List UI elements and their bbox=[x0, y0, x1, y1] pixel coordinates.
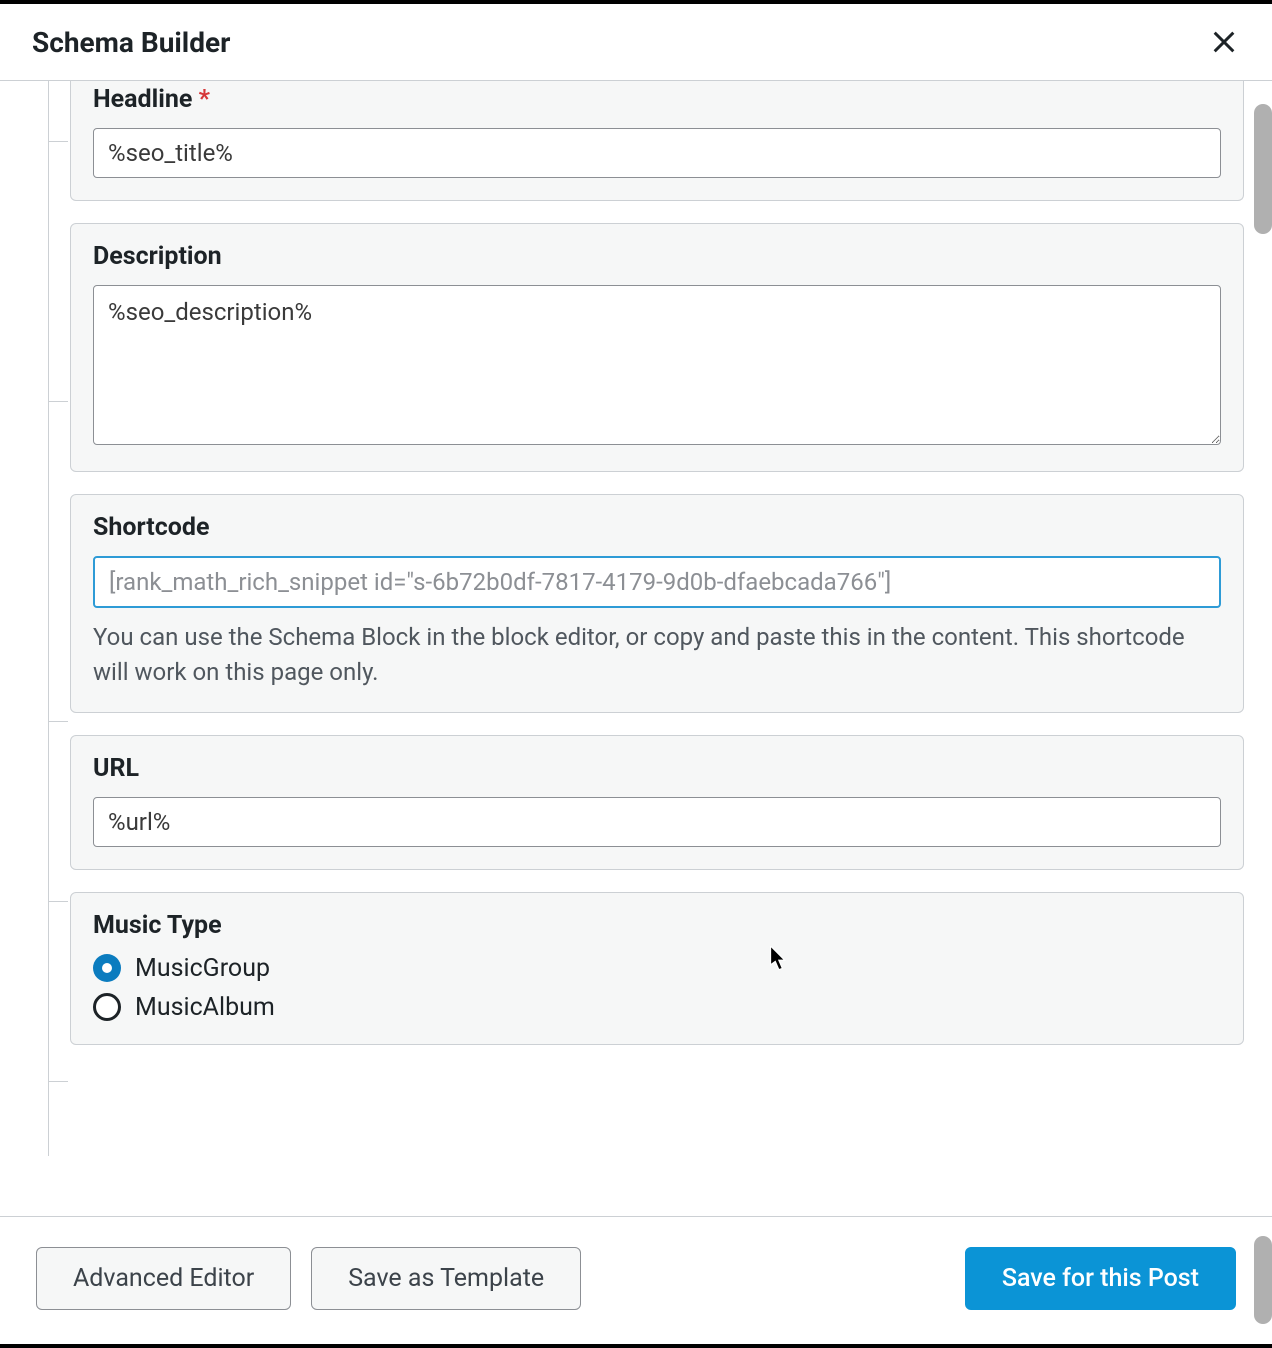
required-indicator: * bbox=[199, 85, 210, 114]
scrollbar-thumb[interactable] bbox=[1254, 104, 1272, 234]
radio-icon-checked bbox=[93, 954, 121, 982]
advanced-editor-button[interactable]: Advanced Editor bbox=[36, 1247, 291, 1310]
tree-line bbox=[48, 81, 49, 1156]
headline-label: Headline * bbox=[93, 85, 1221, 114]
modal-header: Schema Builder bbox=[0, 4, 1272, 81]
tree-connector bbox=[48, 1081, 68, 1082]
shortcode-input[interactable] bbox=[93, 556, 1221, 608]
modal-title: Schema Builder bbox=[32, 26, 230, 59]
description-textarea[interactable]: %seo_description% bbox=[93, 285, 1221, 445]
radio-musicgroup-label: MusicGroup bbox=[135, 954, 270, 983]
field-shortcode: Shortcode You can use the Schema Block i… bbox=[70, 494, 1244, 713]
radio-musicgroup[interactable]: MusicGroup bbox=[93, 954, 1221, 983]
tree-connector bbox=[48, 901, 68, 902]
shortcode-help: You can use the Schema Block in the bloc… bbox=[93, 620, 1221, 690]
url-input[interactable] bbox=[93, 797, 1221, 847]
url-label: URL bbox=[93, 754, 1221, 783]
modal-footer: Advanced Editor Save as Template Save fo… bbox=[0, 1216, 1272, 1340]
field-headline: Headline * bbox=[70, 81, 1244, 201]
close-button[interactable] bbox=[1204, 22, 1244, 62]
form-content: Headline * Description %seo_description%… bbox=[0, 81, 1272, 1201]
scrollbar-thumb[interactable] bbox=[1254, 1236, 1272, 1324]
tree-connector bbox=[48, 401, 68, 402]
field-url: URL bbox=[70, 735, 1244, 870]
radio-icon-unchecked bbox=[93, 993, 121, 1021]
tree-connector bbox=[48, 721, 68, 722]
shortcode-label: Shortcode bbox=[93, 513, 1221, 542]
radio-musicalbum[interactable]: MusicAlbum bbox=[93, 993, 1221, 1022]
field-music-type: Music Type MusicGroup MusicAlbum bbox=[70, 892, 1244, 1045]
save-template-button[interactable]: Save as Template bbox=[311, 1247, 581, 1310]
headline-label-text: Headline bbox=[93, 85, 192, 114]
music-type-radio-group: MusicGroup MusicAlbum bbox=[93, 954, 1221, 1022]
save-post-button[interactable]: Save for this Post bbox=[965, 1247, 1236, 1310]
radio-musicalbum-label: MusicAlbum bbox=[135, 993, 275, 1022]
tree-connector bbox=[48, 141, 68, 142]
field-description: Description %seo_description% bbox=[70, 223, 1244, 472]
close-icon bbox=[1210, 28, 1238, 56]
headline-input[interactable] bbox=[93, 128, 1221, 178]
music-type-label: Music Type bbox=[93, 911, 1221, 940]
description-label: Description bbox=[93, 242, 1221, 271]
